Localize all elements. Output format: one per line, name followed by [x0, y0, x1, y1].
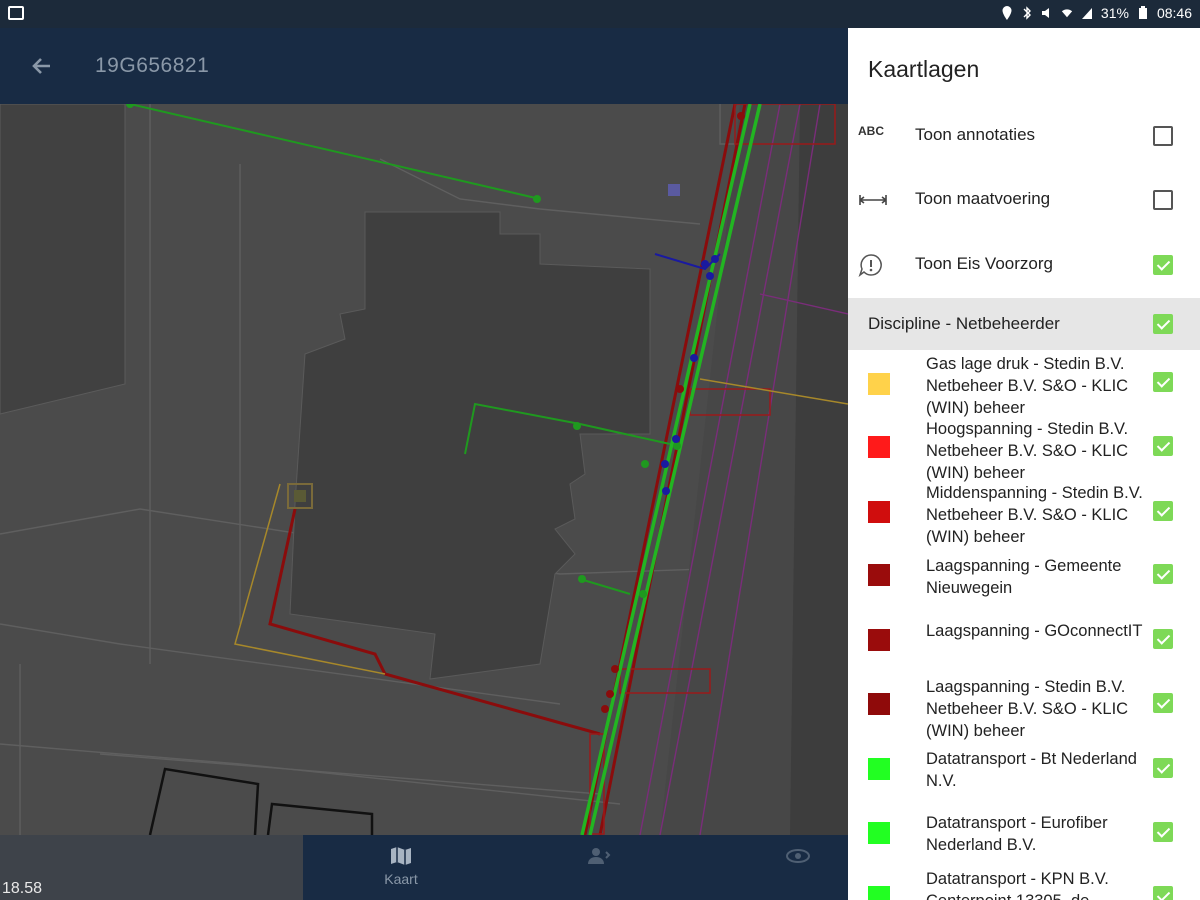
layer-checkbox[interactable]: [1153, 886, 1173, 900]
layer-label: Datatransport - Bt Nederland N.V.: [926, 750, 1137, 790]
battery-percentage: 31%: [1100, 5, 1129, 21]
bluetooth-icon: [1023, 6, 1031, 20]
toggle-label: Toon Eis Voorzorg: [915, 254, 1053, 273]
back-arrow-icon[interactable]: [28, 52, 56, 80]
discipline-checkbox[interactable]: [1153, 314, 1173, 334]
layer-checkbox[interactable]: [1153, 822, 1173, 842]
layer-label: Laagspanning - GOconnectIT: [926, 622, 1143, 640]
layer-color-swatch: [868, 564, 890, 586]
battery-icon: [1138, 6, 1147, 19]
bottom-bar: 18.58 Kaart: [0, 835, 848, 900]
status-bar: 31% 08:46: [0, 0, 1200, 28]
layer-color-swatch: [868, 693, 890, 715]
layer-color-swatch: [868, 758, 890, 780]
layer-label: Hoogspanning - Stedin B.V. Netbeheer B.V…: [926, 420, 1129, 482]
app-bar: 19G656821: [0, 28, 848, 104]
layer-item[interactable]: Datatransport - KPN B.V. Centerpoint 133…: [848, 868, 1200, 900]
mute-icon: [1041, 8, 1049, 18]
layer-checkbox[interactable]: [1153, 629, 1173, 649]
layer-item[interactable]: Datatransport - Bt Nederland N.V.: [848, 748, 1200, 812]
toggle-eis-voorzorg[interactable]: Toon Eis Voorzorg: [848, 233, 1200, 297]
clock: 08:46: [1156, 5, 1192, 21]
layer-item[interactable]: Laagspanning - Stedin B.V. Netbeheer B.V…: [848, 676, 1200, 740]
map-canvas[interactable]: [0, 100, 848, 836]
layer-label: Middenspanning - Stedin B.V. Netbeheer B…: [926, 484, 1143, 546]
discipline-header[interactable]: Discipline - Netbeheerder: [848, 298, 1200, 350]
eye-icon: [786, 849, 810, 863]
layer-checkbox[interactable]: [1153, 693, 1173, 713]
map-icon: [391, 847, 411, 865]
layer-color-swatch: [868, 501, 890, 523]
layer-item[interactable]: Hoogspanning - Stedin B.V. Netbeheer B.V…: [848, 418, 1200, 482]
layer-checkbox[interactable]: [1153, 372, 1173, 392]
layer-item[interactable]: Laagspanning - GOconnectIT: [848, 620, 1200, 684]
layer-item[interactable]: Datatransport - Eurofiber Nederland B.V.: [848, 812, 1200, 876]
wifi-icon: [1061, 9, 1073, 18]
nav-item-label: Kaart: [384, 871, 418, 887]
toggle-label: Toon maatvoering: [915, 189, 1051, 208]
toggle-measurements[interactable]: Toon maatvoering: [848, 168, 1200, 232]
bottom-navigation: Kaart: [303, 835, 848, 900]
layer-item[interactable]: Middenspanning - Stedin B.V. Netbeheer B…: [848, 482, 1200, 546]
layer-label: Datatransport - Eurofiber Nederland B.V.: [926, 814, 1108, 854]
eis-voorzorg-checkbox[interactable]: [1153, 255, 1173, 275]
rail-bed-dark: [790, 104, 848, 835]
layer-color-swatch: [868, 373, 890, 395]
map-marker: [668, 184, 680, 196]
warning-icon: [858, 254, 882, 277]
measurements-checkbox[interactable]: [1153, 190, 1173, 210]
gallery-icon: [8, 6, 24, 20]
layer-label: Datatransport - KPN B.V. Centerpoint 133…: [926, 870, 1109, 900]
page-title: 19G656821: [95, 54, 210, 77]
layer-checkbox[interactable]: [1153, 564, 1173, 584]
section-label: Discipline - Netbeheerder: [868, 314, 1060, 333]
scale-label: 18.58: [2, 880, 43, 897]
abc-icon: ABC: [858, 124, 884, 138]
layer-label: Laagspanning - Gemeente Nieuwegein: [926, 557, 1122, 597]
toggle-label: Toon annotaties: [915, 125, 1036, 144]
layer-item[interactable]: Laagspanning - Gemeente Nieuwegein: [848, 555, 1200, 619]
nav-item-view[interactable]: [758, 845, 838, 871]
nav-item-kaart[interactable]: Kaart: [361, 845, 441, 887]
contacts-icon: [588, 848, 611, 864]
measure-icon: [859, 195, 887, 205]
layer-checkbox[interactable]: [1153, 501, 1173, 521]
panel-title: Kaartlagen: [868, 56, 980, 82]
nav-item-contacts[interactable]: [559, 845, 639, 871]
status-icons: 31% 08:46: [1001, 5, 1192, 21]
layer-color-swatch: [868, 629, 890, 651]
layer-item[interactable]: Gas lage druk - Stedin B.V. Netbeheer B.…: [848, 353, 1200, 417]
layer-label: Laagspanning - Stedin B.V. Netbeheer B.V…: [926, 678, 1129, 740]
map-screen: 19G656821 18.58 Kaart: [0, 28, 848, 900]
toggle-annotations[interactable]: ABC Toon annotaties: [848, 104, 1200, 168]
layers-panel: Kaartlagen ABC Toon annotaties Toon maat…: [848, 28, 1200, 900]
layer-color-swatch: [868, 436, 890, 458]
layer-checkbox[interactable]: [1153, 436, 1173, 456]
scale-indicator: 18.58: [0, 835, 303, 900]
location-icon: [1002, 6, 1012, 20]
map-drawing: [0, 100, 848, 836]
layer-checkbox[interactable]: [1153, 758, 1173, 778]
layer-color-swatch: [868, 886, 890, 900]
building-left: [0, 103, 126, 415]
signal-icon: [1081, 8, 1092, 19]
layer-label: Gas lage druk - Stedin B.V. Netbeheer B.…: [926, 355, 1129, 417]
map-marker: [294, 490, 306, 502]
layer-color-swatch: [868, 822, 890, 844]
annotations-checkbox[interactable]: [1153, 126, 1173, 146]
